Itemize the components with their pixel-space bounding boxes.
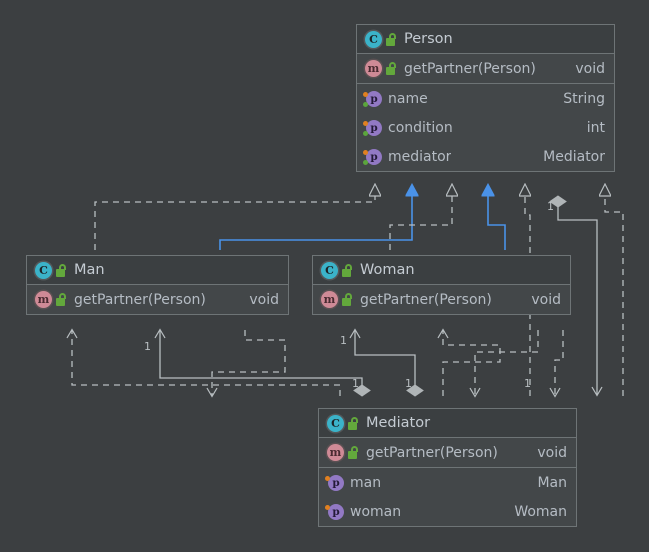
method-row[interactable]: m getPartner(Person) void: [357, 54, 614, 83]
method-return-type: void: [527, 445, 567, 461]
method-return-type: void: [521, 292, 561, 308]
class-icon: C: [327, 415, 344, 432]
property-row[interactable]: p man Man: [319, 468, 576, 497]
edge-man-depends-mediator: [212, 330, 285, 396]
method-icon: m: [35, 291, 52, 308]
unlocked-icon: [342, 293, 353, 306]
method-name: getPartner(Person): [74, 292, 206, 308]
property-icon: p: [366, 120, 382, 136]
method-name: getPartner(Person): [366, 445, 498, 461]
property-name: man: [350, 475, 381, 491]
multiplicity-woman-bottom: 1: [340, 334, 347, 347]
multiplicity-mediator-man: 1: [352, 377, 359, 390]
class-box-person[interactable]: C Person m getPartner(Person) void p nam…: [356, 24, 615, 172]
properties-section-mediator: p man Man p woman Woman: [319, 468, 576, 526]
property-type: int: [577, 120, 605, 136]
uml-diagram-canvas: 1 1 1 1 1 1 C Person m getPartner(Person…: [0, 0, 649, 552]
class-name-mediator: Mediator: [366, 415, 430, 431]
property-type: Mediator: [533, 149, 605, 165]
class-header-person[interactable]: C Person: [357, 25, 614, 54]
property-row[interactable]: p woman Woman: [319, 497, 576, 526]
property-name: name: [388, 91, 428, 107]
unlocked-icon: [348, 446, 359, 459]
property-icon: p: [366, 91, 382, 107]
class-header-woman[interactable]: C Woman: [313, 256, 570, 285]
class-header-man[interactable]: C Man: [27, 256, 288, 285]
class-name-person: Person: [404, 31, 453, 47]
properties-section-person: p name String p condition int p mediator…: [357, 84, 614, 171]
multiplicity-mediator-right: 1: [524, 377, 531, 390]
methods-section-mediator: m getPartner(Person) void: [319, 438, 576, 468]
class-name-man: Man: [74, 262, 105, 278]
edge-man-realizes-person: [95, 196, 375, 250]
methods-section-woman: m getPartner(Person) void: [313, 285, 570, 314]
unlocked-icon: [56, 293, 67, 306]
method-icon: m: [365, 60, 382, 77]
unlocked-icon: [348, 417, 359, 430]
method-name: getPartner(Person): [404, 61, 536, 77]
property-icon: p: [366, 149, 382, 165]
class-icon: C: [365, 31, 382, 48]
edge-woman-depends-mediator-b: [555, 330, 563, 396]
property-row[interactable]: p condition int: [357, 113, 614, 142]
class-box-woman[interactable]: C Woman m getPartner(Person) void: [312, 255, 571, 315]
property-icon: p: [328, 475, 344, 491]
edge-woman-extends-person: [488, 196, 505, 250]
property-row[interactable]: p mediator Mediator: [357, 142, 614, 171]
multiplicity-mediator-woman: 1: [405, 377, 412, 390]
method-row[interactable]: m getPartner(Person) void: [313, 285, 570, 314]
methods-section-person: m getPartner(Person) void: [357, 54, 614, 84]
unlocked-icon: [386, 33, 397, 46]
method-return-type: void: [565, 61, 605, 77]
class-icon: C: [35, 262, 52, 279]
class-header-mediator[interactable]: C Mediator: [319, 409, 576, 438]
method-row[interactable]: m getPartner(Person) void: [319, 438, 576, 467]
method-return-type: void: [239, 292, 279, 308]
edge-man-extends-person: [220, 196, 412, 250]
property-row[interactable]: p name String: [357, 84, 614, 113]
edge-mediator-depends-man: [72, 330, 340, 396]
property-icon: p: [328, 504, 344, 520]
unlocked-icon: [56, 264, 67, 277]
multiplicity-person-mediator: 1: [547, 200, 554, 213]
class-box-mediator[interactable]: C Mediator m getPartner(Person) void p m…: [318, 408, 577, 527]
unlocked-icon: [342, 264, 353, 277]
property-type: String: [553, 91, 605, 107]
property-type: Woman: [504, 504, 567, 520]
property-name: mediator: [388, 149, 451, 165]
edge-mediator-depends-woman: [443, 330, 500, 396]
property-name: condition: [388, 120, 453, 136]
class-name-woman: Woman: [360, 262, 415, 278]
class-box-man[interactable]: C Man m getPartner(Person) void: [26, 255, 289, 315]
methods-section-man: m getPartner(Person) void: [27, 285, 288, 314]
method-name: getPartner(Person): [360, 292, 492, 308]
class-icon: C: [321, 262, 338, 279]
method-icon: m: [321, 291, 338, 308]
edge-mediator-depends-person-right: [605, 196, 623, 396]
edge-woman-realizes-person: [390, 196, 452, 250]
property-type: Man: [527, 475, 567, 491]
unlocked-icon: [386, 62, 397, 75]
multiplicity-man-bottom: 1: [144, 340, 151, 353]
method-icon: m: [327, 444, 344, 461]
method-row[interactable]: m getPartner(Person) void: [27, 285, 288, 314]
property-name: woman: [350, 504, 401, 520]
